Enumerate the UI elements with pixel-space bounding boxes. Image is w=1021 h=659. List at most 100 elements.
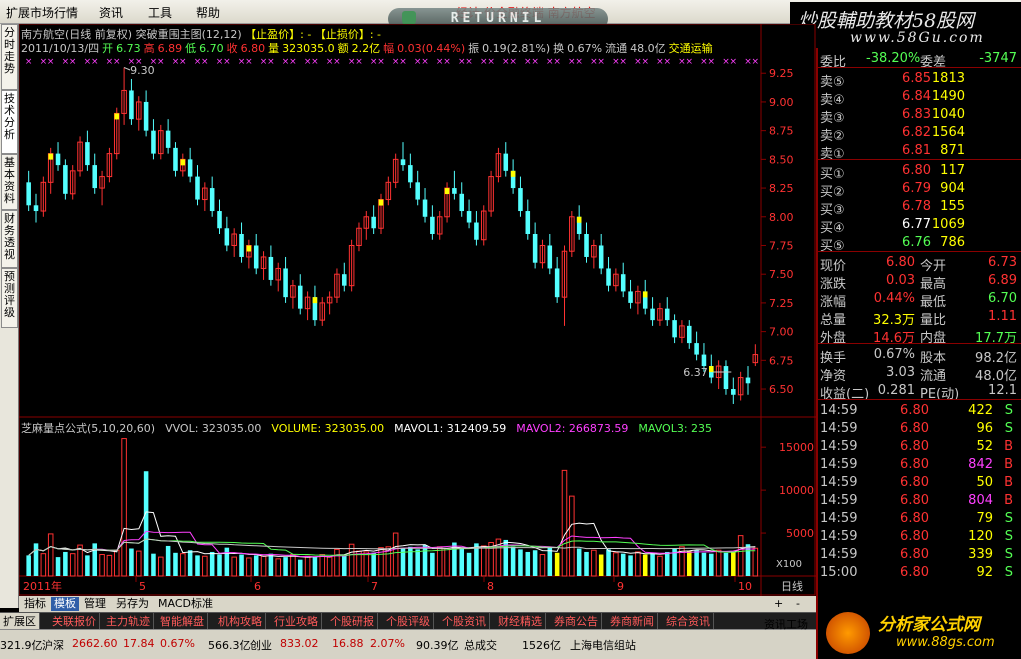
tab-macd[interactable]: MACD标准 — [155, 597, 216, 611]
tab-main-force[interactable]: 主力轨迹 — [103, 613, 154, 630]
candle-body-down — [92, 165, 98, 189]
candle-body-down — [598, 245, 604, 269]
menu-help[interactable]: 帮助 — [196, 4, 220, 21]
tab-stock-news[interactable]: 个股资讯 — [439, 613, 490, 630]
volume-bar-down — [664, 551, 670, 576]
ratio-value: -38.20% — [866, 51, 921, 66]
volume-bar-up — [613, 552, 619, 577]
volume-bar-down — [209, 551, 215, 576]
volume-bar-up — [47, 533, 54, 577]
stat-value-2: 1.11 — [988, 309, 1017, 324]
volume-bar-down — [55, 557, 61, 576]
tab-industry[interactable]: 行业攻略 — [271, 613, 322, 630]
vol-tick-label: 15000 — [779, 441, 814, 454]
candle-body-down — [452, 188, 457, 194]
tab-technical-analysis[interactable]: 技术分析 — [1, 90, 18, 154]
volume-bar-down — [642, 554, 648, 576]
candle-body-down — [547, 245, 553, 269]
top-signal-mark: × — [399, 57, 407, 67]
status-news-workshop[interactable]: 资讯工场 — [764, 616, 808, 632]
volume-bar-up — [202, 555, 208, 577]
status-server: 上海电信组站 — [570, 639, 636, 652]
top-signal-mark: × — [47, 57, 55, 67]
tab-extended[interactable]: 扩展区 — [0, 613, 40, 630]
tab-ratings[interactable]: 预测评级 — [1, 268, 18, 328]
tick-time: 14:59 — [820, 421, 858, 436]
volume-bar-down — [283, 557, 288, 576]
tab-stock-ratings[interactable]: 个股评级 — [383, 613, 434, 630]
candle-body-down — [408, 165, 413, 183]
volume-bar-up — [591, 549, 597, 577]
tick-time: 14:59 — [820, 475, 858, 490]
tab-intraday[interactable]: 分时走势 — [1, 24, 18, 90]
tab-manage[interactable]: 管理 — [81, 597, 109, 611]
tab-finance-picks[interactable]: 财经精选 — [495, 613, 546, 630]
fund-value: 0.281 — [877, 383, 915, 398]
tab-linked-quotes[interactable]: 关联报价 — [49, 613, 100, 630]
volume-bar-down — [217, 554, 222, 576]
zoom-in-button[interactable]: + — [771, 597, 786, 611]
candle-body-down — [173, 147, 178, 171]
tab-general-news[interactable]: 综合资讯 — [663, 613, 714, 630]
tick-price: 6.80 — [900, 493, 929, 508]
top-signal-mark: × — [311, 57, 319, 67]
template-tab-row: 指标 模板 管理 另存为 MACD标准 + - — [19, 596, 816, 612]
volume-bar-up — [319, 554, 326, 577]
volume-bar-down — [518, 549, 523, 576]
top-signal-mark: × — [25, 57, 33, 67]
candle-body-down — [209, 188, 215, 212]
ask-price: 6.81 — [902, 143, 931, 158]
top-signal-mark: × — [443, 57, 451, 67]
candle-body-down — [422, 199, 428, 217]
tab-indicator[interactable]: 指标 — [21, 597, 49, 611]
bid-volume: 1069 — [931, 217, 965, 232]
candle-body-down — [525, 211, 531, 234]
tab-broker-news[interactable]: 券商新闻 — [607, 613, 658, 630]
top-signal-mark: × — [487, 57, 495, 67]
tick-price: 6.80 — [900, 403, 929, 418]
ask-row: 卖② 6.82 1564 — [818, 124, 1021, 144]
top-signal-mark: × — [113, 57, 121, 67]
candle-body-down — [694, 343, 699, 355]
ask-price: 6.84 — [902, 89, 931, 104]
tick-volume: 422 — [968, 403, 993, 418]
candle-body-down — [187, 159, 193, 177]
tab-fundamentals[interactable]: 基本资料 — [1, 154, 18, 210]
candle-body-down — [224, 228, 230, 246]
tab-save-as[interactable]: 另存为 — [113, 597, 152, 611]
candle-body-down — [85, 142, 90, 166]
stat-row: 涨幅 0.44% 最低 6.70 — [818, 290, 1021, 310]
menu-tools[interactable]: 工具 — [148, 4, 172, 21]
candle-body-down — [731, 389, 736, 395]
tab-financials[interactable]: 财务透视 — [1, 210, 18, 268]
top-signal-mark: × — [685, 57, 693, 67]
volume-bar-down — [312, 557, 318, 576]
tick-price: 6.80 — [900, 529, 929, 544]
status-total-label: 总成交 — [464, 639, 497, 652]
candle-body-down — [606, 268, 611, 286]
tick-side: B — [1004, 439, 1013, 454]
watermark-bottom-url: www.88gs.com — [896, 635, 995, 650]
zoom-out-button[interactable]: - — [793, 597, 803, 611]
status-turnover-sh: 321.9亿 — [0, 639, 43, 652]
volume-bar-down — [459, 548, 465, 576]
chart-area[interactable]: 南方航空(日线 前复权) 突破重围主图(12,12) 【止盈价】: - 【止损价… — [19, 24, 816, 596]
tab-broker-notice[interactable]: 券商公告 — [551, 613, 602, 630]
tab-smart-analysis[interactable]: 智能解盘 — [157, 613, 208, 630]
tab-institution[interactable]: 机构攻略 — [215, 613, 266, 630]
watermark-bottom: 分析家公式网 www.88gs.com — [816, 608, 1021, 659]
tab-template[interactable]: 模板 — [51, 597, 79, 611]
ask-price: 6.82 — [902, 125, 931, 140]
ask-volume: 1490 — [931, 89, 965, 104]
volume-bar-up — [657, 555, 663, 577]
menu-news[interactable]: 资讯 — [99, 4, 123, 21]
tab-stock-reports[interactable]: 个股研报 — [327, 613, 378, 630]
menu-extended-market[interactable]: 扩展市场行情 — [6, 4, 78, 21]
candle-body-down — [628, 291, 633, 303]
volume-bar-up — [436, 546, 443, 577]
volume-bar-down — [620, 553, 626, 576]
volume-bar-down — [239, 554, 244, 576]
tick-side: S — [1004, 547, 1013, 562]
volume-bar-down — [408, 546, 413, 576]
volume-bar-up — [752, 547, 759, 577]
